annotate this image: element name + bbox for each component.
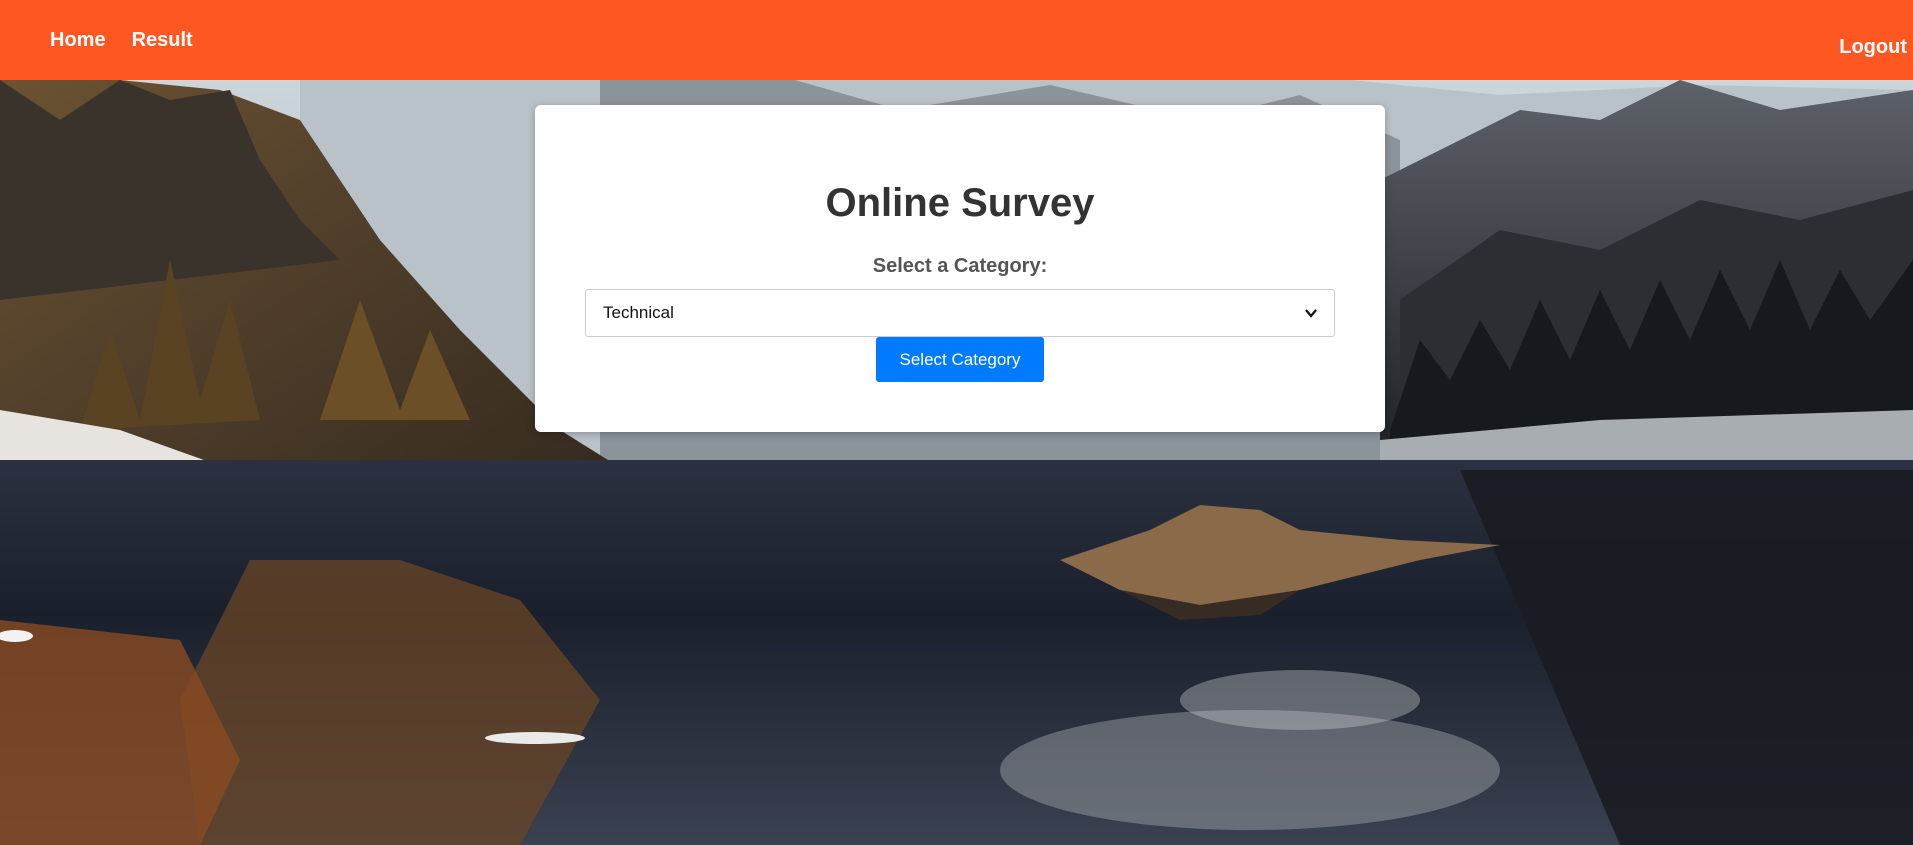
category-select[interactable]: Technical xyxy=(585,289,1335,337)
category-label: Select a Category: xyxy=(872,255,1048,277)
survey-card: Online Survey Select a Category: Technic… xyxy=(535,105,1385,432)
nav-logout-link[interactable]: Logout xyxy=(1839,36,1907,59)
select-category-button[interactable]: Select Category xyxy=(876,337,1044,382)
top-navbar: Home Result Logout xyxy=(0,0,1913,80)
page-title: Online Survey xyxy=(825,181,1095,225)
nav-home-link[interactable]: Home xyxy=(50,29,106,52)
category-select-value: Technical xyxy=(603,303,674,322)
chevron-down-icon xyxy=(1305,309,1317,318)
nav-result-link[interactable]: Result xyxy=(132,29,193,52)
